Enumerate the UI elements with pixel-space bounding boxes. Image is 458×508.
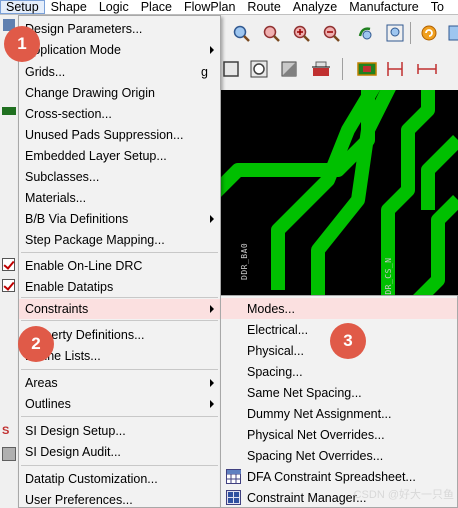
net-label-ddr-ba0: DDR_BA0 [240,242,249,280]
circle-shape-icon[interactable] [248,58,270,80]
shortcut-label: g [201,65,208,79]
zoom-previous-icon[interactable] [354,22,376,44]
submenu-arrow-icon [210,46,214,54]
toolbar [218,17,458,89]
zoom-window-icon[interactable] [260,22,282,44]
toolbar-overflow-icon[interactable] [444,22,458,44]
redraw-icon[interactable] [418,22,440,44]
step-badge-3: 3 [330,323,366,359]
menu-item-datatip-customization[interactable]: Datatip Customization... [19,469,220,489]
menu-item-change-drawing-origin[interactable]: Change Drawing Origin [19,83,220,103]
menu-item-design-parameters[interactable]: Design Parameters... [19,19,220,39]
menu-item-enable-datatips[interactable]: Enable Datatips [19,277,220,297]
submenu-arrow-icon [210,305,214,313]
submenu-item-spacing-net-overrides[interactable]: Spacing Net Overrides... [221,445,457,466]
menu-shape[interactable]: Shape [45,0,93,14]
board-icon[interactable] [356,58,378,80]
zoom-fit-icon[interactable] [384,22,406,44]
step-badge-1: 1 [4,26,40,62]
menu-item-constraints[interactable]: Constraints [19,299,220,319]
submenu-item-physical-net-overrides[interactable]: Physical Net Overrides... [221,424,457,445]
setup-menu: Design Parameters... Application Mode Gr… [18,15,221,508]
datatips-checkbox[interactable] [2,279,15,292]
menu-manufacture[interactable]: Manufacture [343,0,424,14]
menu-item-bb-via-definitions[interactable]: B/B Via Definitions [19,209,220,229]
menu-analyze[interactable]: Analyze [287,0,343,14]
cross-section-icon [2,107,16,115]
menu-item-user-preferences[interactable]: User Preferences... [19,490,220,508]
constraint-manager-icon [226,490,241,505]
delete-shape-icon[interactable] [310,58,332,80]
menu-item-areas[interactable]: Areas [19,373,220,393]
submenu-arrow-icon [210,215,214,223]
menu-item-subclasses[interactable]: Subclasses... [19,167,220,187]
menu-bar: Setup Shape Logic Place FlowPlan Route A… [0,0,458,15]
submenu-item-spacing[interactable]: Spacing... [221,361,457,382]
menu-item-enable-online-drc[interactable]: Enable On-Line DRC [19,256,220,276]
menu-item-outlines[interactable]: Outlines [19,394,220,414]
menu-item-unused-pads-suppression[interactable]: Unused Pads Suppression... [19,125,220,145]
submenu-item-dfa-constraint-spreadsheet[interactable]: DFA Constraint Spreadsheet... [221,466,457,487]
si-design-setup-icon: S [2,425,10,437]
submenu-arrow-icon [210,379,214,387]
measure-horizontal-icon[interactable] [416,58,438,80]
submenu-item-dummy-net-assignment[interactable]: Dummy Net Assignment... [221,403,457,424]
menu-place[interactable]: Place [135,0,178,14]
zoom-plus-icon[interactable] [290,22,312,44]
fill-shape-icon[interactable] [278,58,300,80]
submenu-item-same-net-spacing[interactable]: Same Net Spacing... [221,382,457,403]
menu-logic[interactable]: Logic [93,0,135,14]
submenu-arrow-icon [210,400,214,408]
menu-tools[interactable]: To [425,0,450,14]
zoom-minus-icon[interactable] [320,22,342,44]
online-drc-checkbox[interactable] [2,258,15,271]
menu-item-si-design-audit[interactable]: SI Design Audit... [19,442,220,462]
zoom-in-icon[interactable] [230,22,252,44]
measure-vertical-icon[interactable] [384,58,406,80]
menu-item-embedded-layer-setup[interactable]: Embedded Layer Setup... [19,146,220,166]
spreadsheet-icon [226,469,241,484]
menu-route[interactable]: Route [241,0,286,14]
menu-setup[interactable]: Setup [0,0,45,14]
menu-item-application-mode[interactable]: Application Mode [19,40,220,60]
app-window: Setup Shape Logic Place FlowPlan Route A… [0,0,458,508]
menu-item-grids[interactable]: Grids... g [19,62,220,82]
watermark: CSDN @好大一只鱼 [353,489,454,501]
menu-flowplan[interactable]: FlowPlan [178,0,241,14]
menu-item-cross-section[interactable]: Cross-section... [19,104,220,124]
rectangle-shape-icon[interactable] [220,58,242,80]
net-label-ddr-cs-n: DDR_CS_N [384,257,393,300]
step-badge-2: 2 [18,326,54,362]
menu-item-materials[interactable]: Materials... [19,188,220,208]
si-design-audit-icon [2,447,16,461]
menu-item-si-design-setup[interactable]: SI Design Setup... [19,421,220,441]
menu-item-step-package-mapping[interactable]: Step Package Mapping... [19,230,220,250]
submenu-item-modes[interactable]: Modes... [221,298,457,319]
